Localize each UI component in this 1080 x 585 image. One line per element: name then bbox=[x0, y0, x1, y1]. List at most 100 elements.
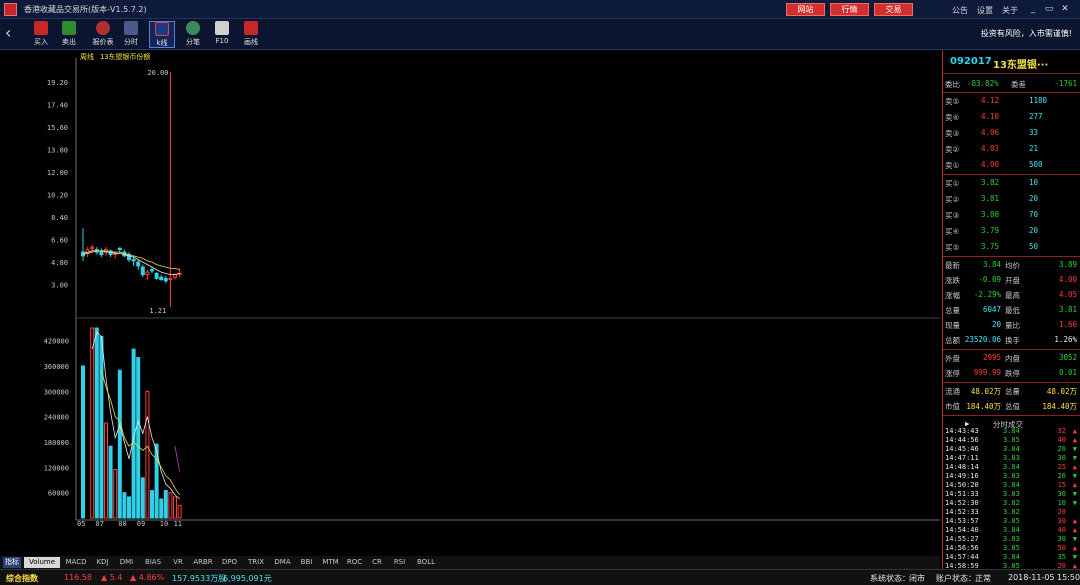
tab-指标[interactable]: 指标 bbox=[3, 557, 21, 568]
quote-table-button[interactable]: 报价表 bbox=[89, 21, 117, 48]
tick-volume: 50 bbox=[1057, 544, 1066, 552]
toolbox-icon bbox=[244, 21, 258, 35]
tab-roc[interactable]: ROC bbox=[344, 557, 365, 568]
tick-time: 14:45:46 bbox=[945, 445, 979, 453]
candle bbox=[136, 259, 141, 270]
notice-menu[interactable]: 公告 bbox=[952, 5, 968, 16]
buy-button[interactable]: 买入 bbox=[28, 21, 54, 48]
about-menu[interactable]: 关于 bbox=[1002, 5, 1018, 16]
restore-icon[interactable]: ▭ bbox=[1043, 4, 1055, 14]
stat-label: 量比 bbox=[1005, 321, 1020, 330]
buy-label: 买⑤ bbox=[945, 243, 960, 252]
system-status-label: 系统状态： bbox=[870, 574, 910, 583]
tab-arbr[interactable]: ARBR bbox=[190, 557, 216, 568]
volume-bar bbox=[122, 492, 127, 519]
account-status-label: 账户状态： bbox=[936, 574, 976, 583]
draw-line-button[interactable]: 画线 bbox=[238, 21, 264, 48]
tick-row: 14:48:14 3.84 25 ▲ bbox=[943, 463, 1080, 472]
tick-row: 14:57:44 3.84 35 ▼ bbox=[943, 553, 1080, 562]
stat-value: 3.81 bbox=[1058, 305, 1077, 314]
tick-row: 14:55:27 3.83 30 ▼ bbox=[943, 535, 1080, 544]
candle bbox=[168, 72, 173, 307]
index-value: 116.58 bbox=[64, 573, 92, 582]
volume-bar bbox=[150, 490, 154, 519]
house-buy-icon bbox=[34, 21, 48, 35]
stat-value: 0.01 bbox=[1058, 368, 1077, 377]
stat-row: 流通 48.02万 总量 48.02万 bbox=[943, 384, 1080, 398]
minimize-icon[interactable]: _ bbox=[1027, 4, 1039, 14]
tab-rsi[interactable]: RSI bbox=[389, 557, 410, 568]
sell-price: 4.06 bbox=[981, 128, 1000, 137]
tick-time: 14:44:56 bbox=[945, 436, 979, 444]
buy-price: 3.79 bbox=[981, 226, 1000, 235]
volume-tick-label: 360000 bbox=[44, 363, 69, 371]
volume-bar bbox=[99, 335, 104, 519]
tick-time: 14:50:20 bbox=[945, 481, 979, 489]
sell-volume: 277 bbox=[1029, 112, 1043, 121]
kline-chart[interactable]: 周线 13东盟银币份额 19.20 17.40 15.60 13.80 12.00 10.… bbox=[0, 50, 940, 556]
tick-time: 14:56:56 bbox=[945, 544, 979, 552]
document-icon bbox=[215, 21, 229, 35]
tick-row: 14:49:16 3.83 26 ▼ bbox=[943, 472, 1080, 481]
tick-volume: 32 bbox=[1057, 427, 1066, 435]
volume-bar bbox=[140, 477, 145, 519]
tick-time: 14:57:44 bbox=[945, 553, 979, 561]
tab-dma[interactable]: DMA bbox=[272, 557, 293, 568]
tick-volume: 26 bbox=[1057, 445, 1066, 453]
volume-ma-line bbox=[101, 370, 180, 496]
tick-button[interactable]: 分笔 bbox=[180, 21, 206, 48]
kline-svg[interactable]: 周线 13东盟银币份额 19.20 17.40 15.60 13.80 12.00 10.… bbox=[0, 50, 940, 556]
stat-row: 最新 3.84 均价 3.89 bbox=[943, 258, 1080, 272]
divider bbox=[943, 256, 1080, 257]
tick-volume: 30 bbox=[1057, 454, 1066, 462]
tab-boll[interactable]: BOLL bbox=[413, 557, 439, 568]
tab-macd[interactable]: MACD bbox=[63, 557, 89, 568]
date-tick-label: 07 bbox=[95, 520, 103, 528]
sell-price: 4.00 bbox=[981, 160, 1000, 169]
tab-bias[interactable]: BIAS bbox=[140, 557, 166, 568]
stat-value: 3.84 bbox=[982, 260, 1001, 269]
tab-trix[interactable]: TRIX bbox=[243, 557, 269, 568]
sell-price: 4.12 bbox=[981, 96, 1000, 105]
f10-button[interactable]: F10 bbox=[209, 21, 235, 48]
tick-price: 3.83 bbox=[1003, 454, 1020, 462]
stat-label: 内盘 bbox=[1005, 354, 1020, 363]
price-tick-label: 12.00 bbox=[47, 169, 68, 177]
volume-ma-line bbox=[174, 446, 180, 472]
trade-button[interactable]: 交易 bbox=[874, 3, 913, 16]
price-tick-label: 10.20 bbox=[47, 192, 68, 200]
sell-price: 4.10 bbox=[981, 112, 1000, 121]
timeshare-button[interactable]: 分时 bbox=[118, 21, 144, 48]
tick-volume: 35 bbox=[1057, 553, 1066, 561]
volume-tick-label: 180000 bbox=[44, 439, 69, 447]
datetime: 2018-11-05 15:50:14 bbox=[1008, 573, 1080, 582]
back-arrow-icon[interactable]: ‹ bbox=[5, 24, 11, 42]
settings-menu[interactable]: 设置 bbox=[977, 5, 993, 16]
buy-volume: 10 bbox=[1029, 178, 1039, 187]
stat-row: 涨停 999.99 跌停 0.01 bbox=[943, 366, 1080, 380]
buy-level-row: 买③ 3.80 70 bbox=[943, 208, 1080, 222]
tab-dmi[interactable]: DMI bbox=[116, 557, 137, 568]
candle bbox=[140, 264, 145, 278]
stat-value: 23520.06 bbox=[964, 335, 1001, 344]
weibi-row: 委比 -83.82% 委差 -1761 bbox=[943, 77, 1080, 91]
buy-label: 买① bbox=[945, 179, 960, 188]
stat-value: 20 bbox=[991, 320, 1001, 329]
toolbar: ‹ 买入 卖出 报价表 分时 k线 分笔 F10 画线 投资有风险，入市需谨慎! bbox=[0, 19, 1080, 50]
market-button[interactable]: 行情 bbox=[830, 3, 869, 16]
tab-mtm[interactable]: MTM bbox=[320, 557, 341, 568]
tab-vr[interactable]: VR bbox=[169, 557, 187, 568]
website-button[interactable]: 网站 bbox=[786, 3, 825, 16]
tab-dpo[interactable]: DPO bbox=[219, 557, 240, 568]
tab-cr[interactable]: CR bbox=[368, 557, 386, 568]
tab-volume[interactable]: Volume bbox=[24, 557, 60, 568]
tab-kdj[interactable]: KDJ bbox=[92, 557, 113, 568]
close-icon[interactable]: ✕ bbox=[1059, 4, 1071, 14]
tab-bbi[interactable]: BBI bbox=[296, 557, 317, 568]
candle bbox=[108, 249, 113, 258]
price-tick-label: 3.00 bbox=[51, 282, 68, 290]
stat-label: 最低 bbox=[1005, 306, 1020, 315]
kline-button[interactable]: k线 bbox=[149, 21, 175, 48]
sell-volume: 500 bbox=[1029, 160, 1043, 169]
sell-button[interactable]: 卖出 bbox=[56, 21, 82, 48]
